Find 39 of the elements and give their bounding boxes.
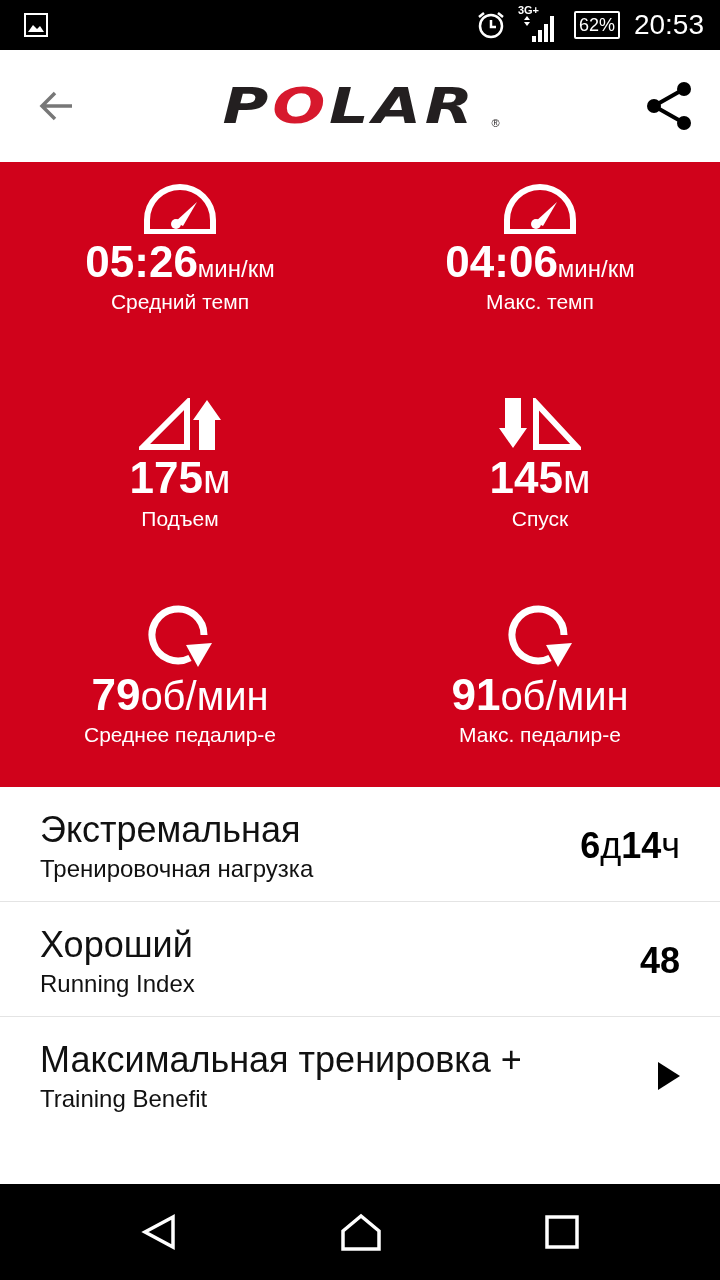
stat-label: Макс. темп <box>486 290 594 315</box>
home-icon[interactable] <box>340 1213 382 1251</box>
speedometer-icon <box>143 182 217 234</box>
registered-mark: ® <box>491 117 500 129</box>
summary-row[interactable]: Максимальная тренировка + Training Benefit <box>0 1017 720 1132</box>
descent-icon <box>499 398 581 451</box>
stat-value: 175м <box>129 454 231 503</box>
summary-title: Экстремальная <box>40 809 302 852</box>
summary-subtitle: Running Index <box>40 970 196 999</box>
speedometer-icon <box>503 182 577 234</box>
image-icon <box>24 13 48 37</box>
back-icon[interactable] <box>141 1214 178 1250</box>
stat-value: 91об/мин <box>451 670 629 720</box>
stat-label: Среднее педалир-е <box>84 723 276 748</box>
stat-value: 79об/мин <box>91 670 269 720</box>
recents-icon[interactable] <box>544 1215 579 1249</box>
back-arrow-icon[interactable] <box>38 90 74 122</box>
summary-value: 48 <box>639 940 680 983</box>
network-type: 3G+ <box>517 4 539 16</box>
summary-value: 6д14ч <box>580 825 680 868</box>
battery-indicator: 62% <box>573 11 620 39</box>
share-icon[interactable] <box>644 81 694 131</box>
summary-title: Максимальная тренировка + <box>40 1039 523 1082</box>
summary-title: Хороший <box>40 924 194 967</box>
summary-subtitle: Training Benefit <box>40 1085 209 1114</box>
clock: 20:53 <box>633 9 704 41</box>
stat-value: 04:06мин/км <box>445 238 635 287</box>
stat-value: 05:26мин/км <box>85 238 275 287</box>
circular-arrow-icon <box>506 604 574 667</box>
summary-subtitle: Тренировочная нагрузка <box>40 855 315 884</box>
play-triangle-icon[interactable] <box>658 1062 680 1091</box>
stat-label: Средний темп <box>110 290 250 315</box>
stat-label: Подъем <box>141 506 219 531</box>
ascent-icon <box>139 398 221 451</box>
stat-label: Макс. педалир-е <box>459 723 621 748</box>
circular-arrow-icon <box>146 604 214 667</box>
brand-logo: POLAR <box>222 77 477 135</box>
stat-label: Спуск <box>511 506 569 531</box>
stat-value: 145м <box>489 454 591 503</box>
